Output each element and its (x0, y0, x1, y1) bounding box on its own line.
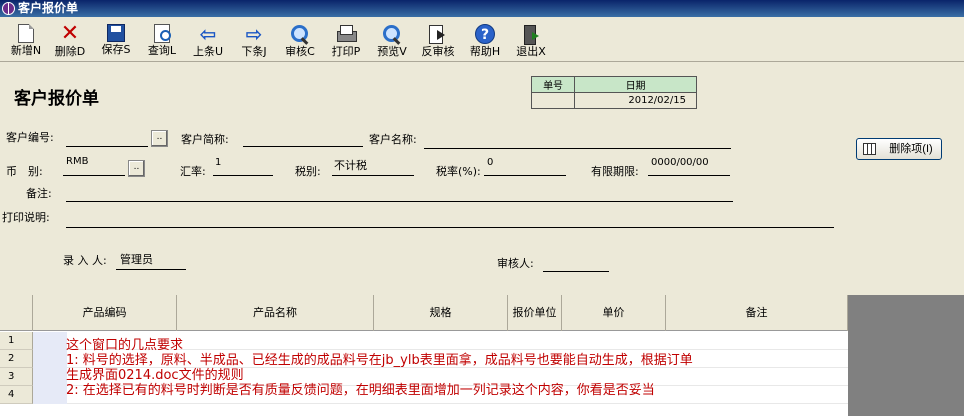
col-header-price[interactable]: 单价 (562, 295, 666, 331)
date-field[interactable]: 2012/02/15 (574, 92, 697, 109)
customer-name-label: 客户名称: (369, 133, 417, 146)
grid-empty-area (848, 295, 964, 416)
print-desc-label: 打印说明: (2, 211, 50, 224)
valid-until-value: 0000/00/00 (651, 157, 709, 168)
remarks-field[interactable] (66, 201, 733, 202)
window-title: 客户报价单 (18, 1, 79, 15)
row-number: 2 (0, 350, 33, 368)
entered-by-label: 录 入 人: (63, 254, 107, 267)
product-code-cell[interactable] (33, 350, 67, 368)
col-header-spec[interactable]: 规格 (374, 295, 508, 331)
col-header-rownum (0, 295, 33, 331)
delete-x-icon: ✕ (60, 21, 80, 46)
help-button[interactable]: ? 帮助H (463, 22, 507, 62)
currency-value: RMB (66, 156, 89, 167)
customer-name-field[interactable] (424, 148, 731, 149)
customer-code-label: 客户编号: (6, 131, 54, 144)
save-button[interactable]: 保存S (94, 22, 138, 62)
toolbar: 新增N ✕ 删除D 保存S 查询L ⇦ 上条U ⇨ 下条J 审核C 打印P 预览… (0, 20, 964, 62)
number-field[interactable] (530, 92, 576, 109)
grid-icon (863, 143, 876, 155)
row-number: 1 (0, 332, 33, 350)
unaudit-icon (427, 24, 449, 44)
product-code-cell[interactable] (33, 386, 67, 404)
query-doc-icon (154, 24, 171, 43)
arrow-left-icon: ⇦ (199, 22, 217, 46)
number-header: 单号 (530, 76, 576, 93)
customer-short-label: 客户简称: (181, 133, 229, 146)
tax-type-label: 税别: (295, 165, 321, 178)
title-bar: 客户报价单 (0, 0, 964, 17)
valid-until-field[interactable] (648, 175, 730, 176)
date-header: 日期 (574, 76, 697, 93)
note-line: 1: 料号的选择，原料、半成品、已经生成的成品料号在jb_ylb表里面拿，成品料… (66, 353, 693, 368)
preview-button[interactable]: 预览V (370, 22, 414, 62)
requirements-note: 这个窗口的几点要求 1: 料号的选择，原料、半成品、已经生成的成品料号在jb_y… (66, 338, 693, 398)
exchange-rate-field[interactable] (213, 175, 273, 176)
audit-button[interactable]: 审核C (278, 22, 322, 62)
note-line: 生成界面0214.doc文件的规则 (66, 368, 244, 383)
col-header-remarks[interactable]: 备注 (666, 295, 848, 331)
delete-item-button[interactable]: 删除项(I) (856, 138, 942, 160)
product-code-cell[interactable] (33, 332, 67, 350)
customer-short-field[interactable] (243, 146, 363, 147)
customer-lookup-button[interactable]: .. (151, 130, 168, 147)
unaudit-button[interactable]: 反审核 (416, 22, 460, 62)
number-date-table: 单号 日期 2012/02/15 (530, 76, 697, 109)
arrow-right-icon: ⇨ (245, 22, 263, 46)
col-header-unit[interactable]: 报价单位 (508, 295, 562, 331)
print-desc-field[interactable] (66, 227, 834, 228)
remarks-label: 备注: (26, 187, 52, 200)
auditor-field[interactable] (543, 271, 609, 272)
entered-by-value: 管理员 (120, 253, 153, 266)
currency-label: 币 别: (6, 165, 43, 178)
tax-rate-value: 0 (487, 157, 494, 168)
currency-lookup-button[interactable]: .. (128, 160, 145, 177)
floppy-icon (107, 24, 125, 42)
help-icon: ? (475, 24, 495, 44)
tax-type-field[interactable] (332, 175, 414, 176)
grid-header: 产品编码 产品名称 规格 报价单位 单价 备注 (0, 295, 848, 331)
col-header-product-code[interactable]: 产品编码 (33, 295, 177, 331)
query-button[interactable]: 查询L (140, 22, 184, 62)
exit-door-icon (520, 24, 542, 45)
note-line: 2: 在选择已有的料号时判断是否有质量反馈问题，在明细表里面增加一列记录这个内容… (66, 383, 655, 398)
new-button[interactable]: 新增N (4, 22, 48, 62)
tax-rate-field[interactable] (484, 175, 566, 176)
magnifier-icon (381, 24, 403, 44)
currency-field[interactable] (63, 175, 125, 176)
prev-button[interactable]: ⇦ 上条U (186, 22, 230, 62)
printer-icon (335, 24, 357, 44)
valid-until-label: 有限期限: (591, 165, 639, 178)
exchange-rate-value: 1 (215, 157, 222, 168)
app-icon (2, 2, 15, 15)
customer-code-field[interactable] (66, 146, 148, 147)
tax-type-value: 不计税 (334, 159, 367, 172)
quotation-window: 客户报价单 新增N ✕ 删除D 保存S 查询L ⇦ 上条U ⇨ 下条J 审核C (0, 0, 964, 416)
note-line: 这个窗口的几点要求 (66, 338, 184, 353)
form-heading: 客户报价单 (14, 89, 99, 109)
entered-by-field[interactable] (116, 269, 186, 270)
delete-button[interactable]: ✕ 删除D (48, 22, 92, 62)
auditor-label: 审核人: (497, 257, 534, 270)
new-doc-icon (18, 24, 34, 43)
exit-button[interactable]: 退出X (509, 22, 553, 62)
next-button[interactable]: ⇨ 下条J (232, 22, 276, 62)
col-header-product-name[interactable]: 产品名称 (177, 295, 374, 331)
print-button[interactable]: 打印P (324, 22, 368, 62)
tax-rate-label: 税率(%): (436, 165, 481, 178)
exchange-rate-label: 汇率: (180, 165, 206, 178)
row-number: 4 (0, 386, 33, 404)
magnifier-icon (289, 24, 311, 44)
